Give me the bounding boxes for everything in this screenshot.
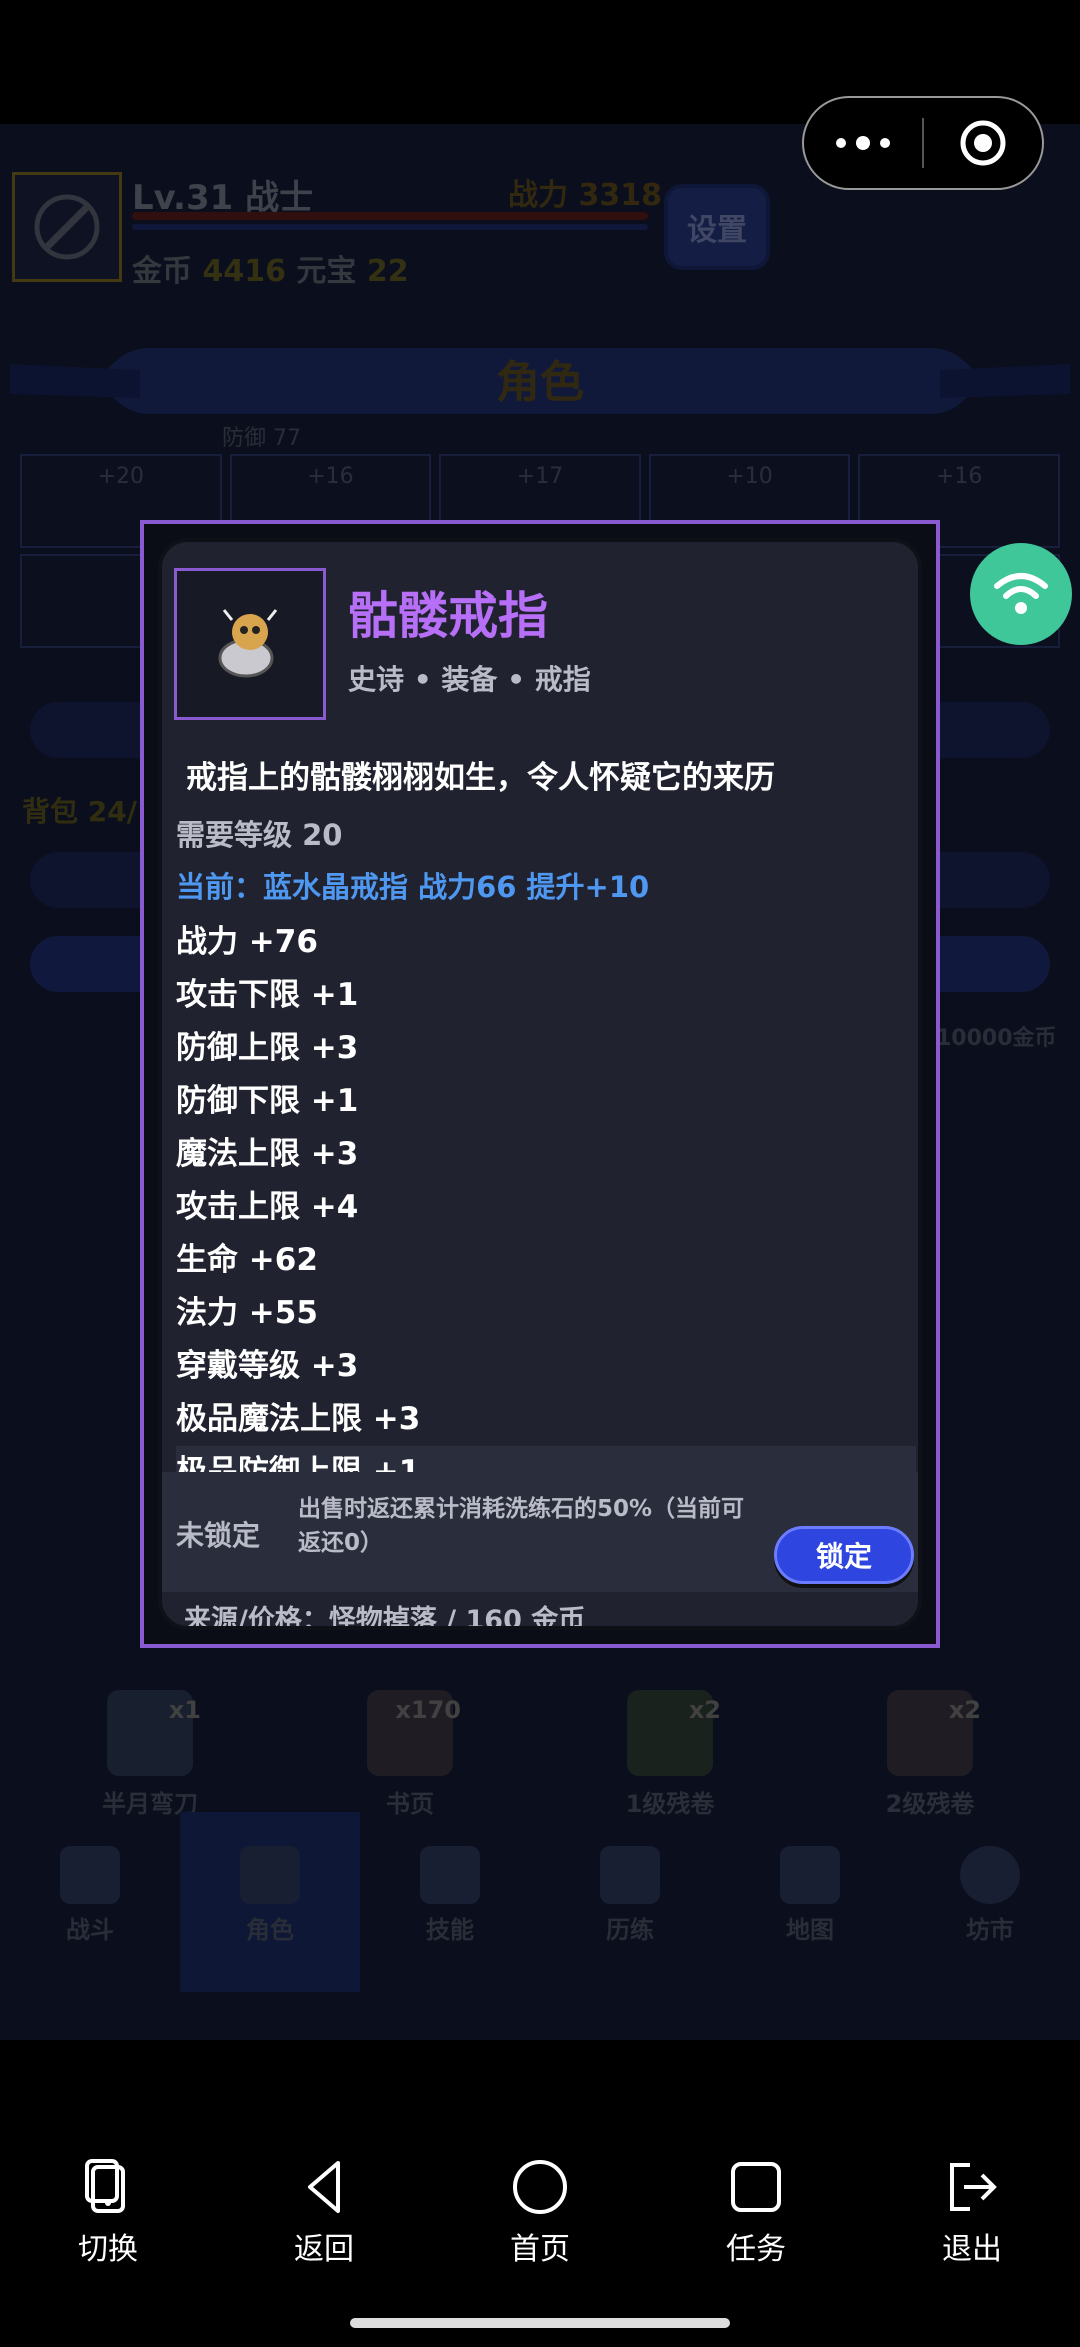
nav-tasks[interactable]: 任务 <box>648 2156 864 2306</box>
stat-line: 魔法上限 +3 <box>176 1136 359 1172</box>
item-rarity-type: 史诗 • 装备 • 戒指 <box>348 663 591 696</box>
item-source-price: 来源/价格：怪物掉落 / 160 金币 <box>184 1605 586 1630</box>
nav-label: 首页 <box>510 2232 570 2267</box>
lock-note: 出售时返还累计消耗洗练石的50%（当前可返还0） <box>298 1496 745 1556</box>
item-detail-panel: 骷髅戒指 史诗 • 装备 • 戒指 戒指上的骷髅栩栩如生，令人怀疑它的来历 需要… <box>158 538 922 1630</box>
close-target-icon[interactable] <box>924 118 1042 168</box>
current-equipped-compare: 当前：蓝水晶戒指 战力66 提升+10 <box>176 870 650 904</box>
lock-button[interactable]: 锁定 <box>774 1526 914 1584</box>
nav-label: 切换 <box>78 2232 138 2267</box>
more-menu-icon[interactable] <box>804 136 922 150</box>
stat-line: 战力 +76 <box>176 924 318 960</box>
nav-home[interactable]: 首页 <box>432 2156 648 2306</box>
wifi-icon[interactable] <box>970 543 1072 645</box>
switch-icon <box>0 2156 216 2218</box>
stat-line: 防御下限 +1 <box>176 1083 359 1119</box>
stat-line: 极品魔法上限 +3 <box>176 1401 421 1437</box>
system-nav-bar: 切换 返回 首页 任务 退出 <box>0 2156 1080 2306</box>
home-circle-icon <box>432 2156 648 2218</box>
stat-line: 攻击下限 +1 <box>176 977 359 1013</box>
item-detail-dialog: 骷髅戒指 史诗 • 装备 • 戒指 戒指上的骷髅栩栩如生，令人怀疑它的来历 需要… <box>140 520 940 1648</box>
stat-line: 防御上限 +3 <box>176 1030 359 1066</box>
nav-back[interactable]: 返回 <box>216 2156 432 2306</box>
nav-label: 任务 <box>726 2232 786 2267</box>
stat-line: 生命 +62 <box>176 1242 318 1278</box>
skull-ring-icon <box>174 568 326 720</box>
required-level: 需要等级 20 <box>176 818 343 852</box>
nav-label: 退出 <box>942 2232 1002 2267</box>
lock-status: 未锁定 <box>176 1519 261 1552</box>
stat-line: 攻击上限 +4 <box>176 1189 359 1225</box>
home-indicator <box>350 2318 730 2328</box>
exit-icon <box>864 2156 1080 2218</box>
item-name: 骷髅戒指 <box>348 587 548 645</box>
back-icon <box>216 2156 432 2218</box>
miniprogram-capsule <box>802 96 1044 190</box>
nav-label: 返回 <box>294 2232 354 2267</box>
nav-switch[interactable]: 切换 <box>0 2156 216 2306</box>
stat-line: 法力 +55 <box>176 1295 318 1331</box>
item-stats-list: 战力 +76 攻击下限 +1 防御上限 +3 防御下限 +1 魔法上限 +3 攻… <box>176 916 916 1499</box>
tasks-square-icon <box>648 2156 864 2218</box>
screen: Lv.31 战士 战力 3318 金币 4416 元宝 22 设置 角色 防御 … <box>0 0 1080 2347</box>
stat-line: 穿戴等级 +3 <box>176 1348 359 1384</box>
nav-exit[interactable]: 退出 <box>864 2156 1080 2306</box>
lock-row: 未锁定 出售时返还累计消耗洗练石的50%（当前可返还0） 锁定 <box>162 1472 918 1592</box>
item-description: 戒指上的骷髅栩栩如生，令人怀疑它的来历 <box>186 760 775 796</box>
